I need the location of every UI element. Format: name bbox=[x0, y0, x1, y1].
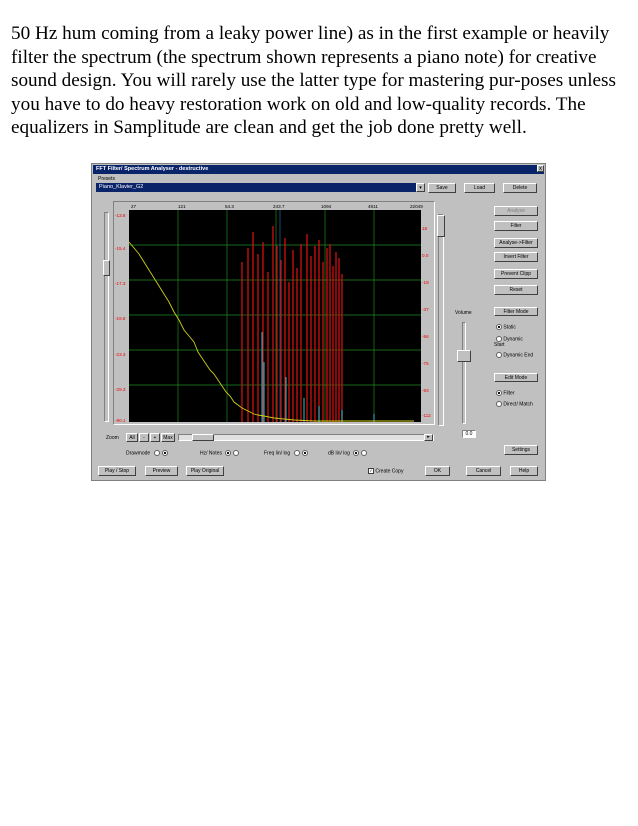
analyse-filter-button[interactable]: Analyse->Filter bbox=[494, 238, 538, 248]
radio-selected-icon[interactable] bbox=[161, 450, 168, 456]
right-tick: 18 bbox=[422, 226, 428, 231]
preset-select[interactable]: Piano_Klavier_G2 bbox=[96, 183, 416, 192]
filter-button[interactable]: Filter bbox=[494, 221, 538, 231]
radio-icon[interactable] bbox=[233, 450, 240, 456]
edit-filter-radio[interactable]: Filter bbox=[494, 390, 515, 396]
horizontal-scrollbar[interactable] bbox=[178, 434, 434, 441]
drawmode-option: Drawmode bbox=[126, 450, 168, 456]
reset-button[interactable]: Reset bbox=[494, 285, 538, 295]
settings-button[interactable]: Settings bbox=[504, 445, 538, 455]
right-tick: -56 bbox=[422, 334, 429, 339]
play-stop-button[interactable]: Play / Stop bbox=[98, 466, 136, 476]
left-tick: -23.3 bbox=[115, 352, 126, 357]
radio-icon bbox=[496, 401, 502, 407]
zoom-max-button[interactable]: Max bbox=[161, 433, 175, 442]
volume-track bbox=[462, 322, 466, 424]
spectrum-plot[interactable] bbox=[114, 202, 434, 424]
freq-lin-log-label: Freq lin/ log bbox=[264, 450, 291, 457]
left-tick: -17.3 bbox=[115, 281, 126, 286]
left-tick: -90.1 bbox=[115, 418, 126, 423]
radio-selected-icon[interactable] bbox=[225, 450, 232, 456]
x-tick: 22049 bbox=[410, 204, 423, 209]
edit-filter-label: Filter bbox=[503, 390, 515, 397]
window-title: FFT Filter/ Spectrum Analyser - destruct… bbox=[93, 165, 544, 174]
left-level-track bbox=[104, 212, 109, 422]
radio-icon[interactable] bbox=[361, 450, 368, 456]
radio-selected-icon[interactable] bbox=[353, 450, 360, 456]
scroll-thumb[interactable] bbox=[192, 434, 214, 441]
radio-icon[interactable] bbox=[153, 450, 160, 456]
create-copy-label: Create Copy bbox=[375, 468, 404, 475]
drawmode-label: Drawmode bbox=[126, 450, 151, 457]
volume-slider[interactable] bbox=[457, 350, 471, 362]
freq-lin-log-option: Freq lin/ log bbox=[264, 450, 308, 456]
x-tick: 54.3 bbox=[225, 204, 234, 209]
cancel-button[interactable]: Cancel bbox=[466, 466, 501, 476]
right-tick: -93 bbox=[422, 388, 429, 393]
scroll-right-icon[interactable]: ▸ bbox=[424, 434, 433, 441]
analyse-button[interactable]: Analyse bbox=[494, 206, 538, 216]
hz-notes-option: Hz/ Notes bbox=[200, 450, 240, 457]
right-level-slider[interactable] bbox=[437, 215, 445, 237]
edit-mode-header: Edit Mode bbox=[494, 373, 538, 382]
right-tick: 0.0 bbox=[422, 253, 429, 258]
volume-value: 0.0 bbox=[462, 430, 476, 438]
right-tick: -37 bbox=[422, 307, 429, 312]
create-copy-checkbox[interactable]: ✓ Create Copy bbox=[368, 468, 403, 474]
left-level-slider[interactable] bbox=[103, 260, 110, 276]
db-lin-log-option: dB lin/ log bbox=[328, 450, 368, 457]
zoom-out-button[interactable]: - bbox=[139, 433, 149, 442]
radio-selected-icon[interactable] bbox=[301, 450, 308, 456]
volume-label: Volume bbox=[455, 310, 472, 316]
help-button[interactable]: Help bbox=[510, 466, 538, 476]
zoom-all-button[interactable]: All bbox=[126, 433, 138, 442]
right-tick: -75 bbox=[422, 361, 429, 366]
radio-icon bbox=[496, 352, 502, 358]
presets-label: Presets bbox=[98, 176, 115, 182]
radio-icon bbox=[496, 336, 502, 342]
invert-filter-button[interactable]: Invert Filter bbox=[494, 252, 538, 262]
x-tick: 121 bbox=[178, 204, 186, 209]
left-tick: -19.8 bbox=[115, 316, 126, 321]
chevron-down-icon[interactable]: ▾ bbox=[416, 183, 425, 192]
close-button[interactable]: x bbox=[537, 165, 544, 172]
radio-selected-icon bbox=[496, 324, 502, 330]
preview-button[interactable]: Preview bbox=[145, 466, 178, 476]
static-label: Static bbox=[503, 324, 516, 331]
right-tick: -18 bbox=[422, 280, 429, 285]
left-tick: -29.3 bbox=[115, 387, 126, 392]
radio-icon[interactable] bbox=[293, 450, 300, 456]
db-lin-log-label: dB lin/ log bbox=[328, 450, 350, 457]
ok-button[interactable]: OK bbox=[425, 466, 450, 476]
left-tick: -15.4 bbox=[115, 246, 126, 251]
prevent-clipp-button[interactable]: Prevent Clipp bbox=[494, 269, 538, 279]
play-original-button[interactable]: Play Original bbox=[186, 466, 224, 476]
dynamic-end-label: Dynamic End bbox=[503, 352, 534, 359]
save-button[interactable]: Save bbox=[428, 183, 456, 193]
body-paragraph: 50 Hz hum coming from a leaky power line… bbox=[11, 23, 616, 138]
dynamic-end-radio[interactable]: Dynamic End bbox=[494, 352, 534, 358]
left-tick: -13.8 bbox=[115, 213, 126, 218]
x-tick: 27 bbox=[131, 204, 137, 209]
zoom-label: Zoom bbox=[106, 435, 119, 441]
right-level-track bbox=[438, 214, 444, 426]
delete-button[interactable]: Delete bbox=[503, 183, 537, 193]
checkbox-checked-icon: ✓ bbox=[368, 468, 374, 474]
zoom-in-button[interactable]: + bbox=[150, 433, 160, 442]
fft-filter-window: FFT Filter/ Spectrum Analyser - destruct… bbox=[91, 163, 546, 481]
x-tick: 243.7 bbox=[273, 204, 285, 209]
dynamic-start-radio[interactable]: Dynamic Start bbox=[494, 336, 534, 348]
load-button[interactable]: Load bbox=[464, 183, 495, 193]
x-tick: 4911 bbox=[368, 204, 378, 209]
filter-mode-header: Filter Mode bbox=[494, 307, 538, 316]
x-tick: 1094 bbox=[321, 204, 332, 209]
radio-selected-icon bbox=[496, 390, 502, 396]
direct-match-radio[interactable]: Direct/ Match bbox=[494, 401, 534, 407]
direct-match-label: Direct/ Match bbox=[503, 401, 533, 408]
static-radio[interactable]: Static bbox=[494, 324, 516, 330]
right-tick: -112 bbox=[422, 413, 431, 418]
hz-notes-label: Hz/ Notes bbox=[200, 450, 222, 457]
